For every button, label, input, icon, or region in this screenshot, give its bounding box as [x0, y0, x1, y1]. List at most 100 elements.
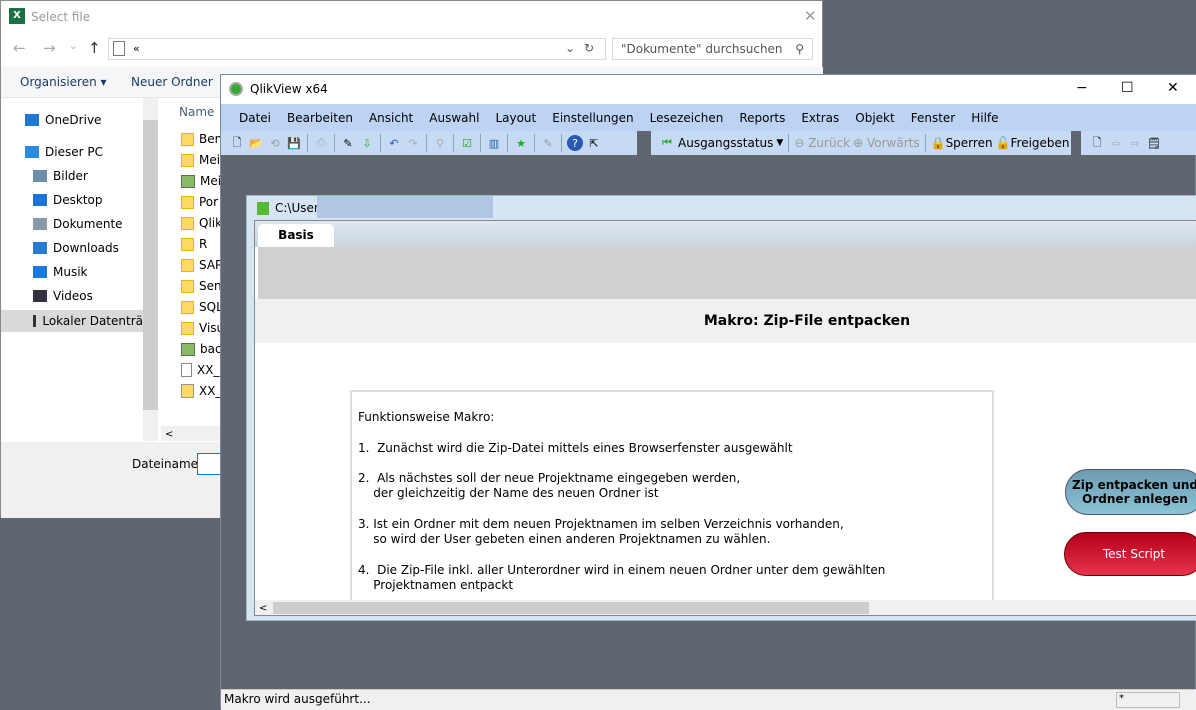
file-item[interactable]: SQL: [181, 300, 223, 314]
sheet-properties-icon[interactable]: 🗒: [1146, 135, 1162, 151]
sidebar-item-musik[interactable]: Musik: [33, 265, 88, 279]
chevron-down-icon[interactable]: ⌄: [565, 41, 575, 55]
search-icon[interactable]: ⚲: [432, 135, 448, 151]
sidebar-item-videos[interactable]: Videos: [33, 289, 93, 303]
sheet-forward-icon[interactable]: ⇨: [1127, 135, 1143, 151]
context-help-icon[interactable]: ⇱: [586, 135, 602, 151]
tab-basis[interactable]: Basis: [258, 224, 334, 247]
lock-button[interactable]: 🔒Sperren: [931, 136, 993, 150]
zip-extract-button[interactable]: Zip entpacken und Ordner anlegen: [1065, 469, 1196, 515]
folder-icon: [181, 300, 194, 314]
file-item[interactable]: R: [181, 237, 207, 251]
sheet-back-icon[interactable]: ⇦: [1108, 135, 1124, 151]
file-icon: [181, 363, 192, 377]
file-item[interactable]: Sen: [181, 279, 222, 293]
menu-hilfe[interactable]: Hilfe: [963, 111, 1006, 125]
menu-auswahl[interactable]: Auswahl: [421, 111, 487, 125]
reload-data-icon[interactable]: ⇩: [359, 135, 375, 151]
close-button[interactable]: ✕: [1167, 80, 1179, 96]
file-item[interactable]: Ben: [181, 132, 222, 146]
horizontal-scrollbar[interactable]: <: [161, 426, 221, 441]
sidebar-item-label: Videos: [53, 289, 93, 303]
sidebar-item-label: Lokaler Datenträ: [42, 314, 143, 328]
clear-icon[interactable]: ⏮: [659, 135, 675, 151]
forward-button[interactable]: →: [43, 39, 56, 57]
sidebar-item-bilder[interactable]: Bilder: [33, 169, 88, 183]
save-icon[interactable]: 💾: [286, 135, 302, 151]
edit-script-icon[interactable]: ✎: [340, 135, 356, 151]
back-button[interactable]: ←: [13, 39, 26, 57]
file-item[interactable]: Mei: [181, 153, 220, 167]
sidebar-item-lokaler-datentr-[interactable]: Lokaler Datenträ: [1, 310, 143, 332]
title-bar: QlikView x64 − ☐ ✕: [221, 75, 1196, 104]
drive-icon: [33, 315, 37, 327]
file-item[interactable]: bac: [181, 342, 222, 356]
video-icon: [33, 290, 47, 302]
sidebar-scrollbar[interactable]: [143, 98, 158, 441]
sidebar-item-onedrive[interactable]: OneDrive: [25, 113, 101, 127]
file-item[interactable]: Mei: [181, 174, 221, 188]
state-dropdown[interactable]: Ausgangsstatus: [678, 136, 773, 150]
menu-datei[interactable]: Datei: [231, 111, 279, 125]
address-bar[interactable]: « ⌄ ↻: [108, 38, 606, 60]
new-folder-button[interactable]: Neuer Ordner: [131, 75, 213, 89]
document-window: C:\Users Basis Makro: Zip-File entpacken…: [246, 195, 1196, 621]
print-icon[interactable]: ⎙: [313, 135, 329, 151]
menu-fenster[interactable]: Fenster: [903, 111, 964, 125]
file-item[interactable]: Por: [181, 195, 218, 209]
forward-button[interactable]: ⊕ Vorwärts: [853, 136, 920, 150]
sidebar-item-downloads[interactable]: Downloads: [33, 241, 119, 255]
close-button[interactable]: ✕: [804, 7, 817, 25]
menu-lesezeichen[interactable]: Lesezeichen: [642, 111, 732, 125]
filename-label: Dateiname:: [132, 457, 203, 471]
column-header-name[interactable]: Name: [179, 105, 214, 119]
minimize-button[interactable]: −: [1076, 80, 1088, 96]
file-name: Qlik: [199, 216, 223, 230]
menu-ansicht[interactable]: Ansicht: [361, 111, 421, 125]
edit-icon[interactable]: ✎: [540, 135, 556, 151]
help-icon[interactable]: ?: [567, 135, 583, 151]
file-item[interactable]: Visu: [181, 321, 224, 335]
up-button[interactable]: ↑: [88, 39, 101, 57]
sidebar-item-dokumente[interactable]: Dokumente: [33, 217, 123, 231]
organize-button[interactable]: Organisieren ▾: [20, 75, 107, 89]
maximize-button[interactable]: ☐: [1121, 80, 1134, 96]
file-name: Por: [199, 195, 219, 209]
search-input[interactable]: "Dokumente" durchsuchen ⚲: [612, 38, 813, 60]
qlikview-window: QlikView x64 − ☐ ✕ Datei Bearbeiten Ansich…: [220, 74, 1196, 710]
test-script-button[interactable]: Test Script: [1064, 532, 1196, 576]
menu-layout[interactable]: Layout: [487, 111, 544, 125]
chart-icon[interactable]: ▥: [486, 135, 502, 151]
file-item[interactable]: Qlik: [181, 216, 222, 230]
zip-icon: [181, 384, 194, 398]
chevron-down-icon[interactable]: ▼: [776, 138, 783, 148]
sidebar-item-dieser-pc[interactable]: Dieser PC: [25, 145, 103, 159]
file-item[interactable]: XX_: [181, 363, 219, 377]
horizontal-scrollbar[interactable]: <: [255, 600, 1196, 615]
navigation-pane: OneDrive Dieser PC Bilder Desktop Dokumente D…: [1, 98, 143, 441]
menu-objekt[interactable]: Objekt: [847, 111, 902, 125]
new-sheet-icon[interactable]: 🗋: [1089, 135, 1105, 151]
menu-reports[interactable]: Reports: [731, 111, 793, 125]
new-icon[interactable]: 🗋: [229, 135, 245, 151]
star-icon[interactable]: ★: [513, 135, 529, 151]
back-button[interactable]: ⊖ Zurück: [794, 136, 850, 150]
checkbox-icon[interactable]: ☑: [459, 135, 475, 151]
menu-bearbeiten[interactable]: Bearbeiten: [279, 111, 361, 125]
excel-icon: X: [9, 8, 25, 24]
menu-extras[interactable]: Extras: [793, 111, 847, 125]
sidebar-item-desktop[interactable]: Desktop: [33, 193, 103, 207]
menu-einstellungen[interactable]: Einstellungen: [544, 111, 641, 125]
recent-dropdown[interactable]: ⌄: [69, 41, 77, 52]
folder-icon: [181, 216, 194, 230]
redo-icon[interactable]: ↷: [405, 135, 421, 151]
folder-icon: [181, 153, 194, 167]
unlock-button[interactable]: 🔓Freigeben: [996, 136, 1070, 150]
refresh-icon[interactable]: ↻: [584, 41, 594, 55]
open-icon[interactable]: 📂: [248, 135, 264, 151]
file-item[interactable]: XX_: [181, 384, 221, 398]
macro-description: Funktionsweise Makro: 1. Zunächst wird d…: [350, 390, 994, 605]
file-item[interactable]: SAP: [181, 258, 222, 272]
undo-icon[interactable]: ↶: [386, 135, 402, 151]
reload-icon[interactable]: ⟲: [267, 135, 283, 151]
